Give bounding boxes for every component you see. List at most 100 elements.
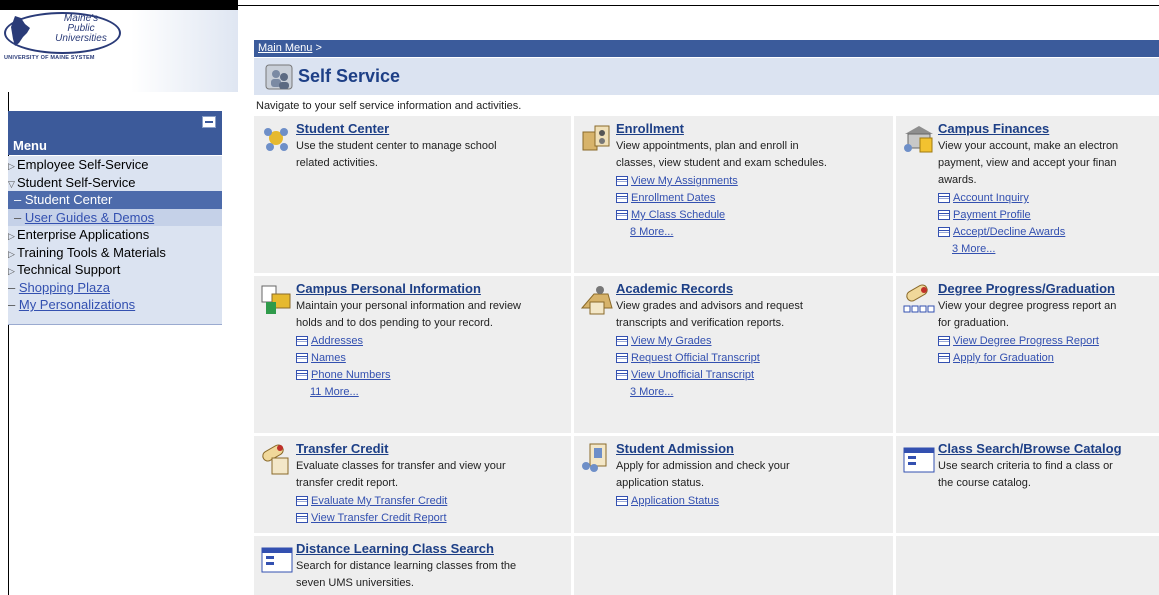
menu-item-technical-support[interactable]: ▷ Technical Support xyxy=(8,261,222,279)
menu-item-enterprise-applications[interactable]: ▷ Enterprise Applications xyxy=(8,226,222,244)
link-addresses[interactable]: Addresses xyxy=(296,333,391,350)
description-line: Apply for admission and check your xyxy=(616,460,790,472)
card-title-link[interactable]: Enrollment xyxy=(616,121,684,136)
logo-line-3: Universities xyxy=(55,33,107,44)
menu-item-training-tools[interactable]: ▷ Training Tools & Materials xyxy=(8,244,222,262)
card-title-link[interactable]: Student Admission xyxy=(616,441,734,456)
menu-item-student-self-service[interactable]: ▽ Student Self-Service xyxy=(8,174,222,192)
link-label: Enrollment Dates xyxy=(631,192,716,204)
enrollment-icon xyxy=(582,125,610,151)
card-student-center: Student Center Use the student center to… xyxy=(254,116,571,273)
collapse-menu-icon[interactable] xyxy=(202,116,216,128)
card-description: Evaluate classes for transfer and view y… xyxy=(296,458,506,492)
card-links: View My Grades Request Official Transcri… xyxy=(616,333,760,401)
link-apply-for-graduation[interactable]: Apply for Graduation xyxy=(938,350,1099,367)
description-line: related activities. xyxy=(296,157,378,169)
personal-information-icon xyxy=(261,285,291,314)
card-title-link[interactable]: Campus Personal Information xyxy=(296,281,481,296)
card-title-link[interactable]: Class Search/Browse Catalog xyxy=(938,441,1122,456)
card-title-link[interactable]: Distance Learning Class Search xyxy=(296,541,494,556)
menu-item-employee-self-service[interactable]: ▷ Employee Self-Service xyxy=(8,156,222,174)
menu-item-my-personalizations[interactable]: – My Personalizations xyxy=(8,296,222,314)
list-icon xyxy=(938,227,950,238)
card-class-search: Class Search/Browse Catalog Use search c… xyxy=(896,436,1159,533)
logo-subline: UNIVERSITY OF MAINE SYSTEM xyxy=(4,55,95,61)
link-label: Request Official Transcript xyxy=(631,352,760,364)
link-view-my-assignments[interactable]: View My Assignments xyxy=(616,173,738,190)
main-content: Main Menu > Self Service Navigate to you… xyxy=(240,33,1159,595)
logo-wordmark: Maine's Public Universities xyxy=(45,14,117,44)
card-campus-finances: Campus Finances View your account, make … xyxy=(896,116,1159,273)
menu-item-label: Enterprise Applications xyxy=(17,227,150,242)
more-link[interactable]: 3 More... xyxy=(938,241,1065,258)
card-distance-learning: Distance Learning Class Search Search fo… xyxy=(254,536,571,595)
card-title-link[interactable]: Degree Progress/Graduation xyxy=(938,281,1115,296)
card-title-link[interactable]: Student Center xyxy=(296,121,389,136)
degree-progress-icon xyxy=(903,284,935,313)
student-center-icon xyxy=(264,128,288,151)
maine-map-icon xyxy=(11,16,30,46)
link-label: View My Assignments xyxy=(631,175,738,187)
description-line: holds and to dos pending to your record. xyxy=(296,317,493,329)
link-label: Payment Profile xyxy=(953,209,1031,221)
list-icon xyxy=(938,353,950,364)
link-account-inquiry[interactable]: Account Inquiry xyxy=(938,190,1065,207)
menu-header: Menu xyxy=(8,111,222,155)
menu-item-student-center[interactable]: – Student Center xyxy=(8,191,222,209)
card-transfer-credit: Transfer Credit Evaluate classes for tra… xyxy=(254,436,571,533)
card-degree-progress: Degree Progress/Graduation View your deg… xyxy=(896,276,1159,433)
list-icon xyxy=(616,496,628,507)
card-description: View your account, make an electron paym… xyxy=(938,138,1118,189)
description-line: classes, view student and exam schedules… xyxy=(616,157,827,169)
card-title-link[interactable]: Academic Records xyxy=(616,281,733,296)
description-line: transfer credit report. xyxy=(296,477,399,489)
description-line: the course catalog. xyxy=(938,477,1031,489)
description-line: View your account, make an electron xyxy=(938,140,1119,152)
description-line: Evaluate classes for transfer and view y… xyxy=(296,460,506,472)
list-icon xyxy=(296,513,308,524)
link-enrollment-dates[interactable]: Enrollment Dates xyxy=(616,190,738,207)
link-view-my-grades[interactable]: View My Grades xyxy=(616,333,760,350)
page-title: Self Service xyxy=(298,66,401,86)
link-payment-profile[interactable]: Payment Profile xyxy=(938,207,1065,224)
link-view-degree-progress-report[interactable]: View Degree Progress Report xyxy=(938,333,1099,350)
card-links: View Degree Progress Report Apply for Gr… xyxy=(938,333,1099,367)
card-title-link[interactable]: Campus Finances xyxy=(938,121,1049,136)
menu-item-user-guides[interactable]: – User Guides & Demos xyxy=(8,208,222,226)
description-line: Search for distance learning classes fro… xyxy=(296,560,517,572)
link-accept-decline-awards[interactable]: Accept/Decline Awards xyxy=(938,224,1065,241)
menu-item-label: Employee Self-Service xyxy=(17,157,149,172)
description-line: awards. xyxy=(938,174,977,186)
card-title-link[interactable]: Transfer Credit xyxy=(296,441,388,456)
dash-marker: – xyxy=(14,209,22,225)
menu-item-label: Student Self-Service xyxy=(17,174,136,190)
page-title-bar: Self Service xyxy=(254,58,1159,95)
link-label: Accept/Decline Awards xyxy=(953,226,1066,238)
link-label: Application Status xyxy=(631,495,720,507)
link-label: Evaluate My Transfer Credit xyxy=(311,495,448,507)
more-link[interactable]: 11 More... xyxy=(296,384,391,401)
link-view-unofficial-transcript[interactable]: View Unofficial Transcript xyxy=(616,367,760,384)
more-link[interactable]: 3 More... xyxy=(616,384,760,401)
card-links: Evaluate My Transfer Credit View Transfe… xyxy=(296,493,447,527)
academic-records-icon xyxy=(580,286,613,315)
more-link[interactable]: 8 More... xyxy=(616,224,738,241)
list-icon xyxy=(616,193,628,204)
link-application-status[interactable]: Application Status xyxy=(616,493,719,510)
link-phone-numbers[interactable]: Phone Numbers xyxy=(296,367,391,384)
breadcrumb-main-menu-link[interactable]: Main Menu xyxy=(258,42,312,54)
link-my-class-schedule[interactable]: My Class Schedule xyxy=(616,207,738,224)
menu-item-label: Technical Support xyxy=(17,262,121,277)
link-names[interactable]: Names xyxy=(296,350,391,367)
list-icon xyxy=(616,210,628,221)
menu-item-shopping-plaza[interactable]: – Shopping Plaza xyxy=(8,279,222,297)
description-line: payment, view and accept your finan xyxy=(938,157,1117,169)
breadcrumb-separator: > xyxy=(315,42,322,54)
link-label: View My Grades xyxy=(631,335,712,347)
link-view-transfer-credit-report[interactable]: View Transfer Credit Report xyxy=(296,510,447,527)
card-links: Addresses Names Phone Numbers 11 More... xyxy=(296,333,391,401)
list-icon xyxy=(296,370,308,381)
link-request-official-transcript[interactable]: Request Official Transcript xyxy=(616,350,760,367)
distance-learning-icon xyxy=(261,547,293,573)
link-evaluate-my-transfer-credit[interactable]: Evaluate My Transfer Credit xyxy=(296,493,447,510)
